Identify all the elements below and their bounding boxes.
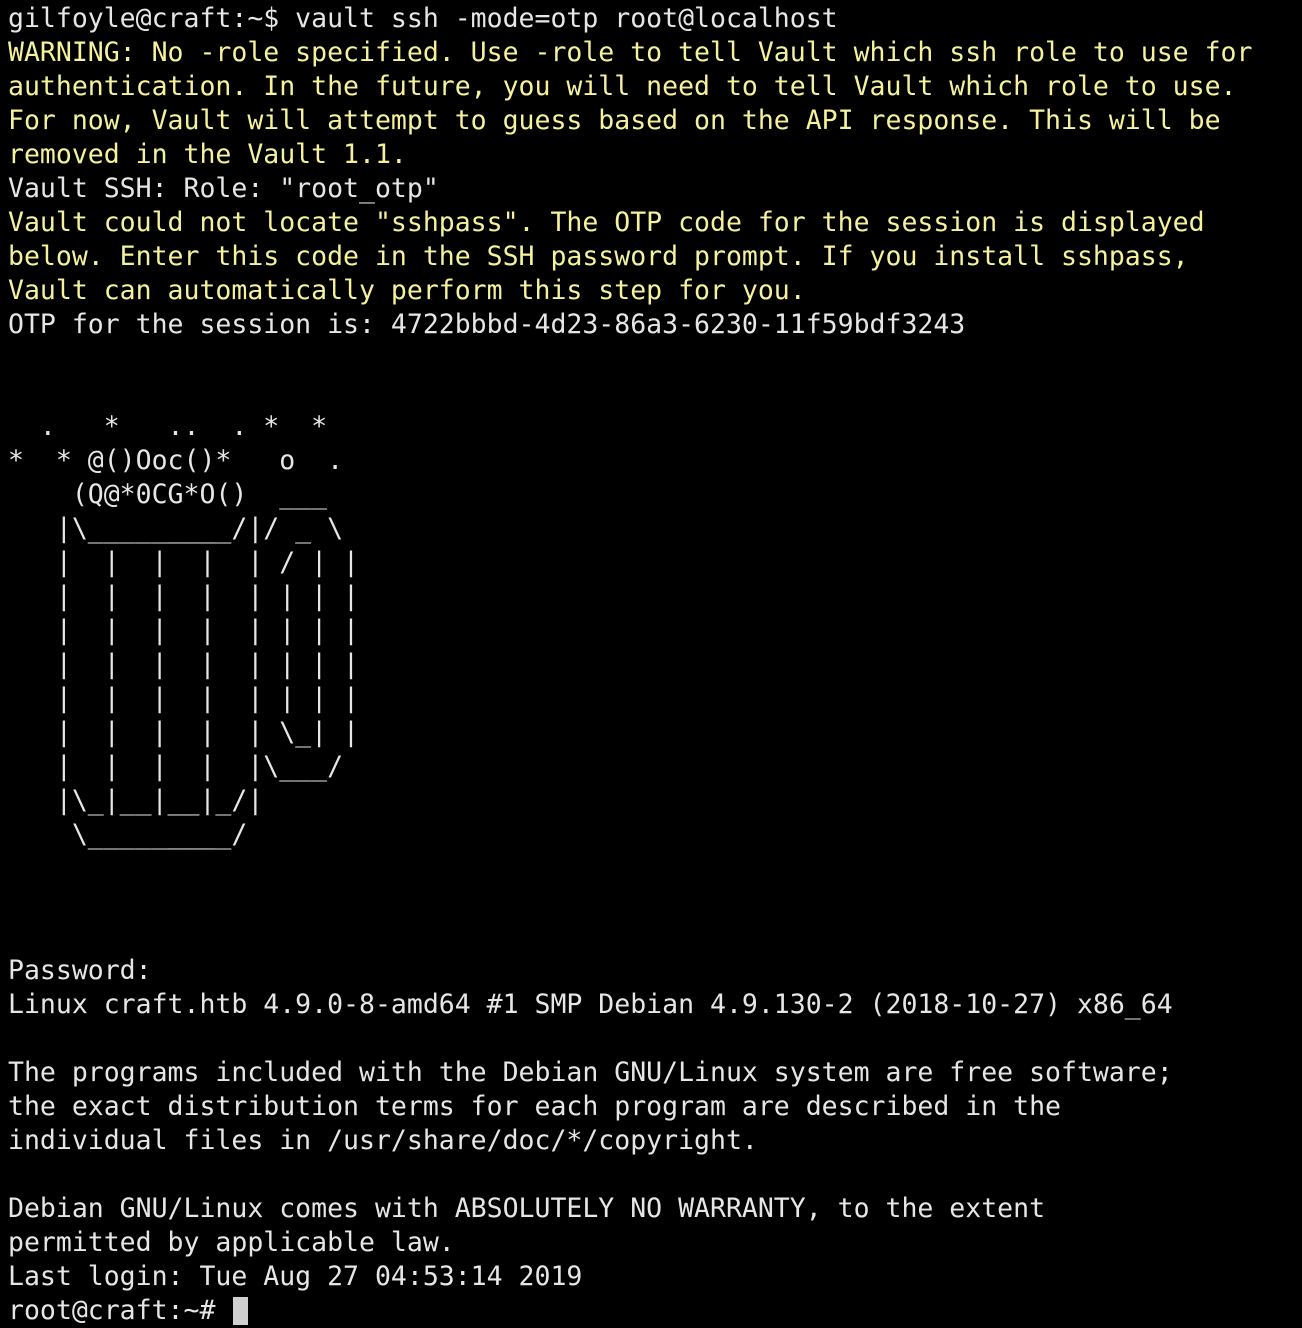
shell-prompt-line[interactable]: root@craft:~# — [8, 1294, 1302, 1328]
motd-line: The programs included with the Debian GN… — [8, 1057, 1173, 1088]
password-prompt: Password: — [8, 955, 152, 986]
warning-line: authentication. In the future, you will … — [8, 71, 1237, 102]
ascii-art-line: * * @()Ooc()* o . — [8, 445, 344, 476]
command-line: gilfoyle@craft:~$ vault ssh -mode=otp ro… — [8, 3, 838, 34]
warranty-line: Debian GNU/Linux comes with ABSOLUTELY N… — [8, 1193, 1046, 1224]
motd-line: the exact distribution terms for each pr… — [8, 1091, 1061, 1122]
ascii-art-line: | | | | |\___/ — [8, 751, 344, 782]
warranty-line: permitted by applicable law. — [8, 1227, 455, 1258]
ascii-art-line: | | | | | | | | — [8, 615, 359, 646]
warning-line: For now, Vault will attempt to guess bas… — [8, 105, 1221, 136]
terminal-window[interactable]: gilfoyle@craft:~$ vault ssh -mode=otp ro… — [0, 0, 1302, 1326]
ascii-art-line: (Q@*0CG*O() ___ — [8, 479, 328, 510]
otp-line: OTP for the session is: 4722bbbd-4d23-86… — [8, 309, 966, 340]
last-login-line: Last login: Tue Aug 27 04:53:14 2019 — [8, 1261, 583, 1292]
sshpass-warning-line: below. Enter this code in the SSH passwo… — [8, 241, 1189, 272]
sshpass-warning-line: Vault can automatically perform this ste… — [8, 275, 806, 306]
text-cursor[interactable] — [233, 1297, 249, 1325]
ascii-art-line: | | | | | | | | — [8, 649, 359, 680]
role-line: Vault SSH: Role: "root_otp" — [8, 173, 439, 204]
ascii-art-beer-mug: . * .. . * * * * @()Ooc()* o . (Q@*0CG*O… — [8, 410, 1302, 852]
ascii-art-line: | | | | | / | | — [8, 547, 359, 578]
ascii-art-line: . * .. . * * — [8, 411, 328, 442]
ascii-art-line: |\_________/|/ _ \ — [8, 513, 344, 544]
ascii-art-line: | | | | | \_| | — [8, 717, 359, 748]
ascii-art-line: \_________/ — [8, 819, 248, 850]
sshpass-warning-line: Vault could not locate "sshpass". The OT… — [8, 207, 1205, 238]
kernel-info-line: Linux craft.htb 4.9.0-8-amd64 #1 SMP Deb… — [8, 989, 1173, 1020]
ascii-art-line: | | | | | | | | — [8, 581, 359, 612]
root-prompt: root@craft:~# — [8, 1295, 232, 1326]
ascii-art-line: | | | | | | | | — [8, 683, 359, 714]
warning-line: removed in the Vault 1.1. — [8, 139, 407, 170]
ascii-art-line: |\_|__|__|_/| — [8, 785, 264, 816]
motd-line: individual files in /usr/share/doc/*/cop… — [8, 1125, 758, 1156]
warning-line: WARNING: No -role specified. Use -role t… — [8, 37, 1253, 68]
